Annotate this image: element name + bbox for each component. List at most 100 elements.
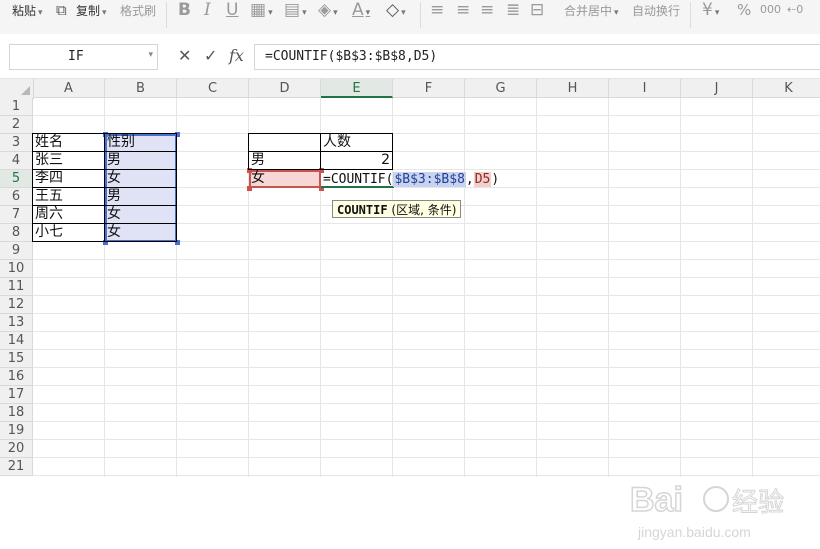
cell-e3[interactable]: 人数 bbox=[321, 134, 393, 152]
row-header-16[interactable]: 16 bbox=[0, 368, 33, 386]
column-header-b[interactable]: B bbox=[105, 79, 177, 98]
cell-b8[interactable]: 女 bbox=[105, 224, 177, 242]
cell-b3[interactable]: 性别 bbox=[105, 134, 177, 152]
grid-line bbox=[464, 98, 465, 477]
cell-b5[interactable]: 女 bbox=[105, 170, 177, 188]
cell-a4[interactable]: 张三 bbox=[33, 152, 105, 170]
formula-bar: IF ▾ ✕ ✓ fx =COUNTIF($B$3:$B$8,D5) bbox=[0, 34, 820, 79]
row-header-17[interactable]: 17 bbox=[0, 386, 33, 404]
column-header-d[interactable]: D bbox=[249, 79, 321, 98]
row-header-21[interactable]: 21 bbox=[0, 458, 33, 476]
fill-color-icon[interactable]: ◈ ▾ bbox=[318, 0, 338, 23]
cell-b7[interactable]: 女 bbox=[105, 206, 177, 224]
row-header-4[interactable]: 4 bbox=[0, 152, 33, 170]
paste-button[interactable]: 粘贴 ▾ bbox=[12, 2, 43, 19]
increase-decimal-icon[interactable]: ⇠0 bbox=[787, 0, 803, 20]
cell-d4[interactable]: 男 bbox=[249, 152, 321, 170]
italic-icon[interactable]: I bbox=[204, 0, 211, 20]
confirm-icon[interactable]: ✓ bbox=[204, 46, 217, 65]
fill-style-icon[interactable]: ▤ ▾ bbox=[284, 0, 307, 23]
column-header-f[interactable]: F bbox=[393, 79, 465, 98]
align-middle-icon[interactable]: ≡ bbox=[456, 0, 470, 20]
row-header-20[interactable]: 20 bbox=[0, 440, 33, 458]
spreadsheet-grid[interactable]: KJIHGFEDCB A =COUNTIF($B$3:$B$8,D5) COUN… bbox=[0, 79, 820, 540]
cancel-icon[interactable]: ✕ bbox=[178, 46, 191, 65]
border-icon[interactable]: ▦ ▾ bbox=[250, 0, 273, 23]
cell-a3[interactable]: 姓名 bbox=[33, 134, 105, 152]
grid-line bbox=[608, 98, 609, 477]
column-header-g[interactable]: G bbox=[465, 79, 537, 98]
row-header-3[interactable]: 3 bbox=[0, 134, 33, 152]
column-header-k[interactable]: K bbox=[753, 79, 820, 98]
justify-icon[interactable]: ≣ bbox=[506, 0, 520, 20]
row-header-2[interactable]: 2 bbox=[0, 116, 33, 134]
column-header-j[interactable]: J bbox=[681, 79, 753, 98]
cell-e4[interactable]: 2 bbox=[321, 152, 393, 170]
cell-d5[interactable]: 女 bbox=[249, 170, 321, 188]
row-header-10[interactable]: 10 bbox=[0, 260, 33, 278]
row-header-13[interactable]: 13 bbox=[0, 314, 33, 332]
select-all-corner[interactable] bbox=[0, 79, 34, 99]
grid-line bbox=[33, 403, 820, 404]
row-header-1[interactable]: 1 bbox=[0, 98, 33, 116]
column-header-h[interactable]: H bbox=[537, 79, 609, 98]
divider bbox=[420, 2, 421, 28]
function-tooltip[interactable]: COUNTIF (区域, 条件) bbox=[332, 200, 462, 218]
row-header-12[interactable]: 12 bbox=[0, 296, 33, 314]
grid-line bbox=[33, 349, 820, 350]
name-box[interactable]: IF ▾ bbox=[9, 44, 158, 70]
cell-a5[interactable]: 李四 bbox=[33, 170, 105, 188]
formula-ref-cell: D5 bbox=[473, 172, 492, 187]
cell-a8[interactable]: 小七 bbox=[33, 224, 105, 242]
insert-function-icon[interactable]: fx bbox=[229, 46, 244, 65]
thousands-icon[interactable]: 000 bbox=[760, 0, 781, 20]
row-header-9[interactable]: 9 bbox=[0, 242, 33, 260]
row-header-8[interactable]: 8 bbox=[0, 224, 33, 242]
grid-line bbox=[752, 98, 753, 477]
grid-line bbox=[33, 457, 820, 458]
in-cell-formula[interactable]: =COUNTIF($B$3:$B$8,D5) bbox=[323, 171, 499, 188]
grid-line bbox=[33, 331, 820, 332]
cell-a7[interactable]: 周六 bbox=[33, 206, 105, 224]
row-header-15[interactable]: 15 bbox=[0, 350, 33, 368]
grid-line bbox=[33, 421, 820, 422]
copy-button[interactable]: 复制 ▾ bbox=[76, 2, 107, 19]
chevron-down-icon[interactable]: ▾ bbox=[148, 50, 153, 60]
align-bottom-icon[interactable]: ≡ bbox=[480, 0, 494, 20]
percent-icon[interactable]: % bbox=[737, 0, 751, 20]
column-header-i[interactable]: I bbox=[609, 79, 681, 98]
distribute-icon[interactable]: ⊟ bbox=[530, 0, 544, 20]
format-painter-button[interactable]: 格式刷 bbox=[120, 2, 156, 19]
divider bbox=[166, 2, 167, 28]
row-header-7[interactable]: 7 bbox=[0, 206, 33, 224]
underline-icon[interactable]: U bbox=[226, 0, 238, 20]
baidu-watermark: Bai 经验 jingyan.baidu.com bbox=[629, 480, 784, 540]
cell-b6[interactable]: 男 bbox=[105, 188, 177, 206]
row-header-5[interactable]: 5 bbox=[0, 170, 33, 188]
grid-line bbox=[33, 115, 820, 116]
grid-line bbox=[33, 277, 820, 278]
column-header-a[interactable]: A bbox=[33, 79, 105, 98]
align-top-icon[interactable]: ≡ bbox=[430, 0, 444, 20]
row-header-18[interactable]: 18 bbox=[0, 404, 33, 422]
currency-icon[interactable]: ¥ ▾ bbox=[702, 0, 719, 23]
grid-line bbox=[33, 475, 820, 476]
wrap-text-button[interactable]: 自动换行 bbox=[632, 2, 680, 19]
font-color-icon[interactable]: A ▾ bbox=[352, 0, 370, 23]
grid-line bbox=[536, 98, 537, 477]
bold-icon[interactable]: B bbox=[178, 0, 191, 20]
eraser-icon[interactable]: ◇ ▾ bbox=[386, 0, 406, 23]
merge-center-button[interactable]: 合并居中 ▾ bbox=[564, 2, 619, 19]
ribbon-toolbar: 粘贴 ▾ ⧉ 复制 ▾ 格式刷 B I U ▦ ▾ ▤ ▾ ◈ ▾ A ▾ ◇ ▾ ≡ ≡ ≡… bbox=[0, 0, 820, 35]
row-header-14[interactable]: 14 bbox=[0, 332, 33, 350]
formula-input[interactable]: =COUNTIF($B$3:$B$8,D5) bbox=[254, 44, 820, 70]
row-header-19[interactable]: 19 bbox=[0, 422, 33, 440]
watermark-url: jingyan.baidu.com bbox=[637, 524, 751, 540]
cell-b4[interactable]: 男 bbox=[105, 152, 177, 170]
cell-a6[interactable]: 王五 bbox=[33, 188, 105, 206]
row-header-6[interactable]: 6 bbox=[0, 188, 33, 206]
formula-text: =COUNTIF($B$3:$B$8,D5) bbox=[265, 49, 438, 64]
column-header-c[interactable]: C bbox=[177, 79, 249, 98]
row-header-11[interactable]: 11 bbox=[0, 278, 33, 296]
column-header-e[interactable]: E bbox=[321, 79, 393, 98]
